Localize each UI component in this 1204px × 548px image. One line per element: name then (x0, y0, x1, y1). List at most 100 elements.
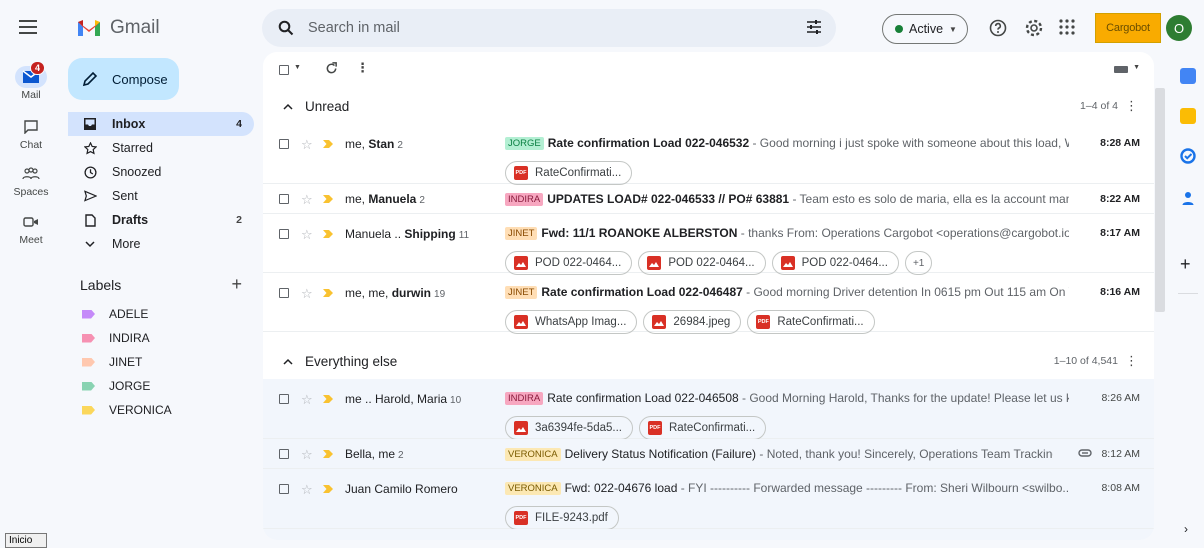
input-tools-caret-icon[interactable]: ▼ (1133, 64, 1140, 71)
star-icon[interactable]: ☆ (301, 447, 313, 463)
section-unread[interactable]: Unread 1–4 of 4 ⋮ (263, 88, 1154, 124)
star-icon[interactable]: ☆ (301, 192, 313, 208)
search-options-icon[interactable] (806, 19, 822, 35)
rail-chat-label: Chat (19, 139, 43, 151)
nav-more[interactable]: More (68, 232, 254, 256)
nav-drafts[interactable]: Drafts 2 (68, 208, 254, 232)
important-marker-icon[interactable] (323, 140, 333, 148)
attachment-chip[interactable]: PDF RateConfirmati... (747, 310, 875, 334)
refresh-icon[interactable] (325, 62, 338, 75)
important-marker-icon[interactable] (323, 450, 333, 458)
add-label-icon[interactable]: + (231, 274, 242, 295)
tasks-icon[interactable] (1180, 148, 1196, 164)
email-row[interactable]: ☆ me, Manuela 2 INDIRA UPDATES LOAD# 022-0… (263, 184, 1154, 214)
scrollbar[interactable] (1155, 88, 1165, 312)
star-icon[interactable]: ☆ (301, 392, 313, 408)
important-marker-icon[interactable] (323, 195, 333, 203)
rail-chat[interactable]: Chat (0, 116, 62, 151)
get-addons-icon[interactable]: + (1180, 254, 1191, 275)
star-icon[interactable]: ☆ (301, 137, 313, 153)
input-tools-icon[interactable] (1114, 66, 1128, 73)
gmail-logo[interactable]: Gmail (76, 17, 160, 39)
row-checkbox[interactable] (279, 139, 289, 149)
organization-logo[interactable]: Cargobot (1095, 13, 1161, 43)
mail-badge: 4 (29, 61, 45, 75)
row-checkbox[interactable] (279, 194, 289, 204)
email-row[interactable]: ☆ me, Stan 2 JORGE Rate confirmation Load … (263, 124, 1154, 185)
email-row[interactable]: ☆ me, me, durwin 19 JINET Rate confirmatio… (263, 273, 1154, 334)
row-checkbox[interactable] (279, 288, 289, 298)
important-marker-icon[interactable] (323, 289, 333, 297)
nav-snoozed[interactable]: Snoozed (68, 160, 254, 184)
more-options-icon[interactable]: ⋮ (356, 60, 369, 76)
settings-gear-icon[interactable] (1025, 19, 1043, 37)
email-row[interactable]: ☆ Manuela .. Shipping 11 JINET Fwd: 11/1 R… (263, 214, 1154, 275)
row-checkbox[interactable] (279, 229, 289, 239)
video-camera-icon (23, 217, 38, 227)
label-jorge[interactable]: JORGE (68, 374, 254, 398)
row-checkbox[interactable] (279, 484, 289, 494)
attachment-chip[interactable]: PDF RateConfirmati... (638, 416, 767, 440)
side-divider (1178, 293, 1198, 294)
label-adele[interactable]: ADELE (68, 302, 254, 326)
attachment-chip[interactable]: WhatsApp Imag... (505, 310, 638, 334)
label-chip: JORGE (505, 137, 544, 150)
email-sender: me .. Harold, Maria 10 (345, 392, 462, 406)
nav-starred[interactable]: Starred (68, 136, 254, 160)
chevron-up-icon[interactable] (283, 103, 293, 110)
important-marker-icon[interactable] (323, 485, 333, 493)
rail-meet[interactable]: Meet (0, 211, 62, 246)
compose-button[interactable]: Compose (68, 58, 179, 100)
attachment-chip[interactable]: POD 022-0464... (771, 251, 899, 275)
label-tag-icon (82, 357, 95, 367)
status-selector[interactable]: Active ▼ (882, 14, 968, 44)
apps-grid-icon[interactable] (1059, 19, 1075, 35)
menu-icon[interactable] (19, 20, 39, 34)
nav-inbox[interactable]: Inbox 4 (68, 112, 254, 136)
expand-side-panel-icon[interactable]: › (1184, 522, 1188, 536)
keep-icon[interactable] (1180, 108, 1196, 124)
star-icon[interactable]: ☆ (301, 286, 313, 302)
email-row[interactable] (263, 529, 1154, 540)
search-input[interactable] (308, 20, 748, 36)
search-icon[interactable] (278, 20, 294, 36)
email-row[interactable]: ☆ Bella, me 2 VERONICA Delivery Status Not… (263, 439, 1154, 469)
select-caret-icon[interactable]: ▼ (294, 64, 301, 71)
app-rail: 4 Mail Chat Spaces Meet (0, 0, 62, 548)
important-marker-icon[interactable] (323, 230, 333, 238)
rail-mail[interactable]: 4 Mail (0, 61, 62, 101)
section-everything-else[interactable]: Everything else 1–10 of 4,541 ⋮ (263, 343, 1154, 379)
chevron-up-icon[interactable] (283, 358, 293, 365)
section-range: 1–4 of 4 (1080, 100, 1118, 112)
contacts-icon[interactable] (1180, 190, 1196, 206)
nav-sent[interactable]: Sent (68, 184, 254, 208)
email-row[interactable]: ☆ me .. Harold, Maria 10 INDIRA Rate confi… (263, 379, 1154, 440)
row-checkbox[interactable] (279, 449, 289, 459)
star-icon[interactable]: ☆ (301, 482, 313, 498)
attachment-chip[interactable]: 3a6394fe-5da5... (505, 416, 633, 440)
account-avatar[interactable]: O (1166, 15, 1192, 41)
rail-spaces[interactable]: Spaces (0, 163, 62, 198)
taskbar-start-button[interactable]: Inicio (5, 533, 47, 548)
row-checkbox[interactable] (279, 394, 289, 404)
help-icon[interactable] (989, 19, 1007, 37)
select-all-checkbox[interactable] (279, 65, 289, 75)
label-tag-icon (82, 333, 95, 343)
important-marker-icon[interactable] (323, 395, 333, 403)
label-jinet[interactable]: JINET (68, 350, 254, 374)
star-icon[interactable]: ☆ (301, 227, 313, 243)
email-row[interactable]: ☆ Juan Camilo Romero VERONICA Fwd: 022-04… (263, 469, 1154, 530)
calendar-icon[interactable] (1180, 68, 1196, 84)
section-more-icon[interactable]: ⋮ (1125, 98, 1138, 114)
attachment-chip[interactable]: POD 022-0464... (638, 251, 766, 275)
label-veronica[interactable]: VERONICA (68, 398, 254, 422)
attachment-chip[interactable]: POD 022-0464... (505, 251, 633, 275)
more-attachments-chip[interactable]: +1 (904, 251, 933, 275)
label-indira[interactable]: INDIRA (68, 326, 254, 350)
attachment-chip[interactable]: 26984.jpeg (643, 310, 742, 334)
draft-icon (82, 213, 98, 227)
image-icon (514, 256, 528, 270)
attachment-chip[interactable]: PDF FILE-9243.pdf (505, 506, 619, 530)
section-more-icon[interactable]: ⋮ (1125, 353, 1138, 369)
attachment-chip[interactable]: PDF RateConfirmati... (505, 161, 633, 185)
